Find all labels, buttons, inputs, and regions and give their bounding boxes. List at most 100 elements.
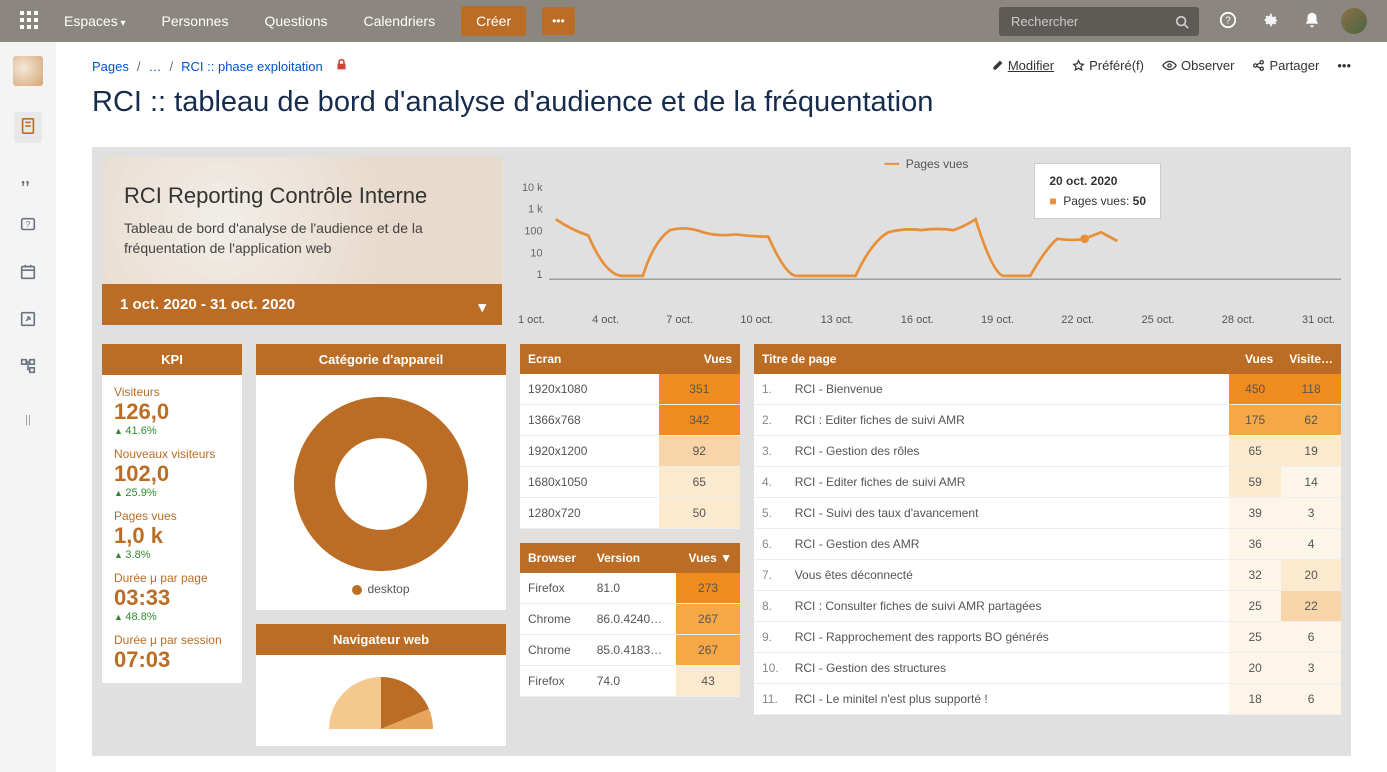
intro-title: RCI Reporting Contrôle Interne [124,183,480,209]
table-row[interactable]: 1280x72050 [520,498,740,529]
more-actions-button[interactable]: ••• [1337,58,1351,73]
dashboard: RCI Reporting Contrôle Interne Tableau d… [92,147,1351,756]
kpi-label: Durée μ par page [114,571,230,585]
browser-table: Browser Version Vues ▼ Firefox81.0273Chr… [520,543,740,697]
table-row[interactable]: 9. RCI - Rapprochement des rapports BO g… [754,622,1341,653]
search-icon[interactable] [1175,15,1189,32]
search-input[interactable] [999,7,1199,36]
col-version[interactable]: Version [589,543,676,573]
table-row[interactable]: 1920x120092 [520,436,740,467]
tree-icon[interactable] [19,357,37,378]
nav-questions[interactable]: Questions [254,7,337,35]
collapse-handle[interactable]: || [25,414,31,426]
line-chart[interactable]: ━━ Pages vues 20 oct. 2020 ■ Pages vues:… [512,157,1341,326]
nav-spaces[interactable]: Espaces [54,7,136,35]
svg-text:?: ? [1225,15,1231,26]
table-row[interactable]: 3. RCI - Gestion des rôles 65 19 [754,436,1341,467]
date-range-selector[interactable]: 1 oct. 2020 - 31 oct. 2020 ▾ [102,284,502,325]
table-row[interactable]: 1. RCI - Bienvenue 450 118 [754,374,1341,405]
edit-button[interactable]: Modifier [991,58,1054,73]
page-title-table: Titre de page Vues Visite… 1. RCI - Bien… [754,344,1341,715]
table-row[interactable]: 10. RCI - Gestion des structures 20 3 [754,653,1341,684]
pages-icon[interactable] [14,112,42,143]
svg-text:1: 1 [536,269,542,281]
calendar-icon[interactable] [19,263,37,284]
table-row[interactable]: 1366x768342 [520,405,740,436]
table-row[interactable]: 11. RCI - Le minitel n'est plus supporté… [754,684,1341,715]
kpi-label: Visiteurs [114,385,230,399]
nav-people[interactable]: Personnes [152,7,239,35]
kpi-label: Durée μ par session [114,633,230,647]
page-title: RCI :: tableau de bord d'analyse d'audie… [92,86,1351,119]
breadcrumb-separator: / [137,59,141,74]
breadcrumb-separator: / [170,59,174,74]
avatar[interactable] [1341,8,1367,34]
table-row[interactable]: Firefox74.043 [520,666,740,697]
apps-icon[interactable] [20,11,38,32]
browser-pie-panel: Navigateur web [256,624,506,746]
favorite-button[interactable]: Préféré(f) [1072,58,1144,73]
kpi-delta: 41.6% [114,425,230,437]
table-row[interactable]: 8. RCI : Consulter fiches de suivi AMR p… [754,591,1341,622]
shortcut-icon[interactable] [19,310,37,331]
restriction-icon[interactable] [335,58,348,74]
svg-text:?: ? [26,220,31,229]
table-row[interactable]: 5. RCI - Suivi des taux d'avancement 39 … [754,498,1341,529]
table-row[interactable]: 2. RCI : Editer fiches de suivi AMR 175 … [754,405,1341,436]
content: Modifier Préféré(f) Observer Partager ••… [56,42,1387,772]
left-rail: ,, ? || [0,42,56,772]
table-row[interactable]: Chrome85.0.4183…267 [520,635,740,666]
watch-button[interactable]: Observer [1162,58,1234,73]
breadcrumb-pages[interactable]: Pages [92,59,129,74]
create-button[interactable]: Créer [461,6,526,36]
share-button[interactable]: Partager [1252,58,1319,73]
col-views[interactable]: Vues ▼ [676,543,740,573]
kpi-value: 1,0 k [114,523,230,549]
gear-icon[interactable] [1257,7,1283,36]
breadcrumb: Pages / … / RCI :: phase exploitation [92,58,991,74]
intro-desc: Tableau de bord d'analyse de l'audience … [124,219,480,258]
pie-chart [291,669,471,729]
table-row[interactable]: Chrome86.0.4240…267 [520,604,740,635]
table-row[interactable]: 1920x1080351 [520,374,740,405]
more-button[interactable]: ••• [542,7,575,35]
table-row[interactable]: 6. RCI - Gestion des AMR 36 4 [754,529,1341,560]
question-icon[interactable]: ? [19,216,37,237]
notification-icon[interactable] [1299,7,1325,36]
page-actions: Modifier Préféré(f) Observer Partager ••… [991,58,1351,73]
svg-text:desktop: desktop [359,478,403,492]
donut-chart: desktop [286,389,476,579]
kpi-delta: 3.8% [114,549,230,561]
breadcrumb-leaf[interactable]: RCI :: phase exploitation [181,59,323,74]
kpi-label: Nouveaux visiteurs [114,447,230,461]
space-avatar[interactable] [13,56,43,86]
col-visitors[interactable]: Visite… [1281,344,1341,374]
quote-icon[interactable]: ,, [19,169,37,190]
kpi-label: Pages vues [114,509,230,523]
table-row[interactable]: 4. RCI - Editer fiches de suivi AMR 59 1… [754,467,1341,498]
svg-text:,,: ,, [21,169,30,187]
col-views[interactable]: Vues [1229,344,1281,374]
col-browser[interactable]: Browser [520,543,589,573]
col-page-title[interactable]: Titre de page [754,344,1229,374]
nav-calendars[interactable]: Calendriers [354,7,446,35]
screen-table: Ecran Vues 1920x10803511366x7683421920x1… [520,344,740,529]
kpi-delta: 48.8% [114,611,230,623]
chart-svg: 10 k 1 k 100 10 1 [512,171,1341,311]
svg-text:100: 100 [524,225,542,237]
table-row[interactable]: Firefox81.0273 [520,573,740,604]
col-screen[interactable]: Ecran [520,344,659,374]
table-row[interactable]: 1680x105065 [520,467,740,498]
topbar: Espaces Personnes Questions Calendriers … [0,0,1387,42]
device-category-panel: Catégorie d'appareil desktop desktop [256,344,506,610]
kpi-panel: KPI Visiteurs 126,0 41.6%Nouveaux visite… [102,344,242,683]
table-row[interactable]: 7. Vous êtes déconnecté 32 20 [754,560,1341,591]
breadcrumb-ellipsis[interactable]: … [149,59,162,74]
col-views[interactable]: Vues [659,344,740,374]
kpi-value: 07:03 [114,647,230,673]
svg-text:10 k: 10 k [522,182,543,194]
kpi-delta: 25.9% [114,487,230,499]
kpi-header: KPI [102,344,242,375]
help-icon[interactable]: ? [1215,7,1241,36]
chart-x-axis: 1 oct. 4 oct. 7 oct. 10 oct. 13 oct. 16 … [512,314,1341,326]
